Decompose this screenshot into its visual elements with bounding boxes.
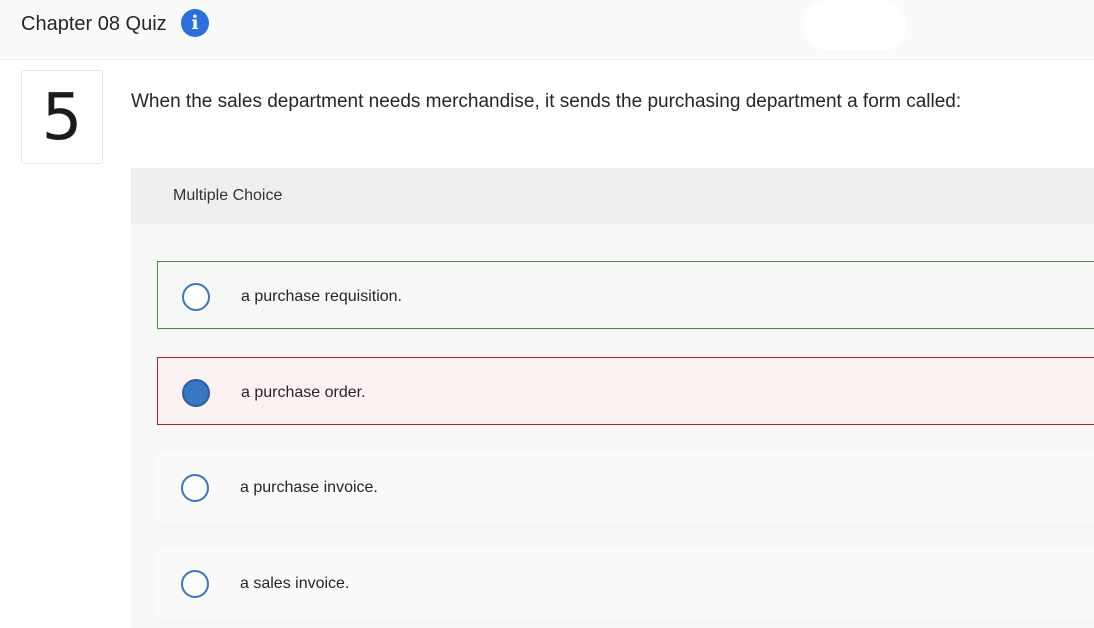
radio-button-selected[interactable]: [182, 379, 210, 407]
question-number: 5: [21, 70, 103, 164]
answer-option-3[interactable]: a purchase invoice.: [157, 453, 1094, 521]
answer-option-1[interactable]: a purchase requisition.: [157, 261, 1094, 329]
question-type-header: Multiple Choice: [131, 168, 1094, 224]
quiz-title: Chapter 08 Quiz: [21, 13, 167, 35]
answer-option-label: a purchase order.: [241, 384, 366, 401]
info-icon[interactable]: i: [181, 9, 209, 37]
radio-button[interactable]: [181, 570, 209, 598]
radio-button[interactable]: [181, 474, 209, 502]
header-blank-area: [803, 0, 907, 50]
answer-option-label: a purchase requisition.: [241, 288, 402, 305]
quiz-header: Chapter 08 Quiz i: [0, 0, 1094, 60]
radio-button[interactable]: [182, 283, 210, 311]
answer-option-label: a sales invoice.: [240, 575, 350, 592]
answer-option-label: a purchase invoice.: [240, 479, 378, 496]
question-type-label: Multiple Choice: [173, 187, 283, 204]
answer-option-2[interactable]: a purchase order.: [157, 357, 1094, 425]
question-text: When the sales department needs merchand…: [131, 91, 962, 112]
answer-option-4[interactable]: a sales invoice.: [157, 549, 1094, 617]
